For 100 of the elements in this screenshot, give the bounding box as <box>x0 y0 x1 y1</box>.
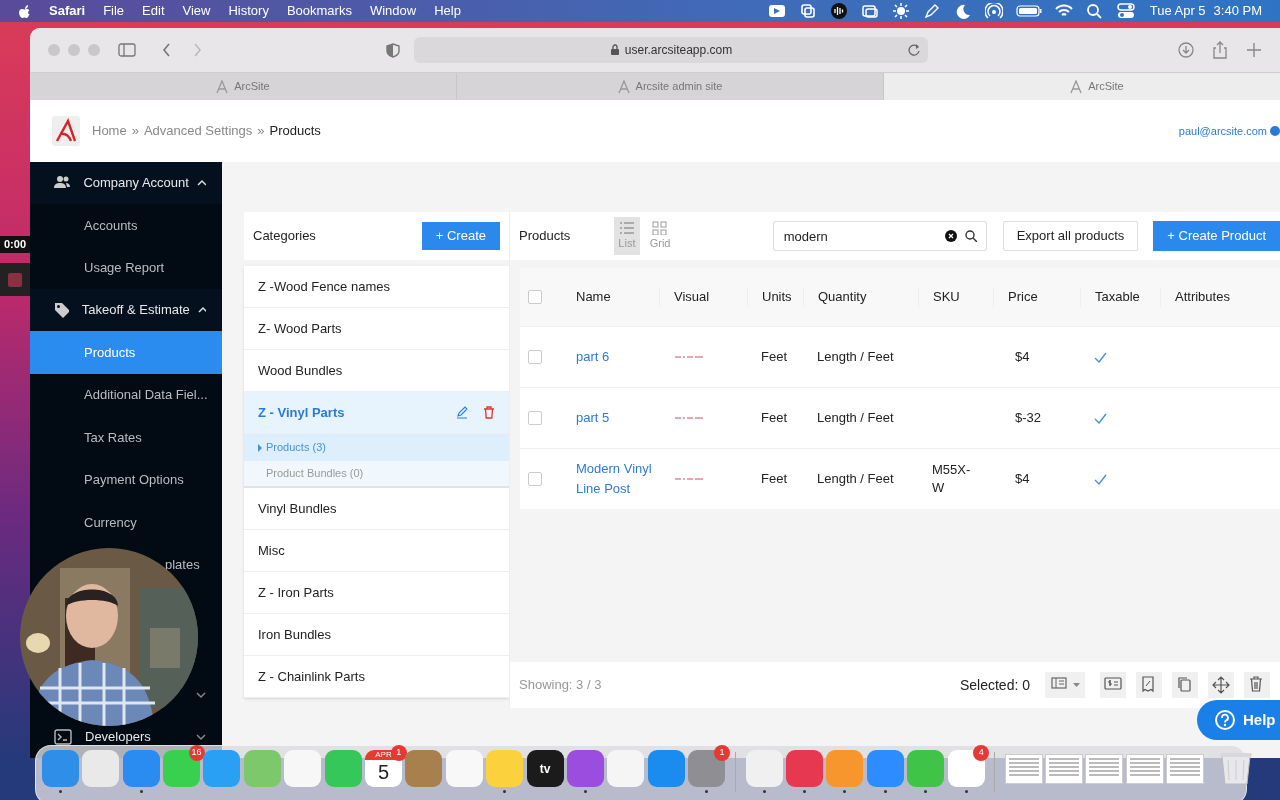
battery-icon[interactable] <box>1015 3 1042 19</box>
category-item[interactable]: Wood Bundles <box>244 350 509 392</box>
edit-icon[interactable] <box>456 406 468 419</box>
category-item[interactable]: Z - Iron Parts <box>244 572 509 614</box>
column-header[interactable]: SKU <box>918 287 993 307</box>
trash-icon[interactable] <box>1217 750 1254 786</box>
product-link[interactable]: part 5 <box>576 408 610 428</box>
breadcrumb-link[interactable]: Home <box>92 121 127 141</box>
broadcast-icon[interactable] <box>984 3 1003 19</box>
toolbar-button[interactable] <box>1100 672 1126 698</box>
menu-item[interactable]: Safari <box>49 1 86 21</box>
checkbox[interactable] <box>528 290 542 304</box>
window-control[interactable] <box>68 44 80 56</box>
user-email[interactable]: paul@arcsite.com <box>1178 122 1267 140</box>
menu-item[interactable]: Window <box>369 1 417 21</box>
column-header[interactable]: Attributes <box>1160 287 1280 307</box>
user-menu-icon[interactable] <box>1270 126 1280 136</box>
category-item[interactable]: Z- Wood Parts <box>244 308 509 350</box>
help-button[interactable]: Help <box>1197 700 1280 740</box>
app-icon[interactable] <box>82 750 120 787</box>
window-thumbnail[interactable] <box>1044 754 1083 784</box>
app-icon[interactable] <box>405 750 443 787</box>
shield-icon[interactable] <box>385 42 400 58</box>
sidebar-item[interactable]: Payment Options <box>30 458 222 501</box>
app-icon[interactable] <box>607 750 645 787</box>
delete-icon[interactable] <box>483 406 495 419</box>
window-control[interactable] <box>88 44 100 56</box>
menu-item[interactable]: Edit <box>142 1 165 21</box>
app-icon[interactable]: tv <box>526 750 564 787</box>
export-button[interactable]: Export all products <box>1002 221 1139 251</box>
app-icon[interactable] <box>688 750 726 787</box>
menu-item[interactable]: View <box>182 1 211 21</box>
search-icon[interactable] <box>964 230 977 242</box>
toolbar-button[interactable] <box>1244 672 1270 698</box>
column-header[interactable]: Quantity <box>803 287 918 307</box>
toolbar-button[interactable] <box>1136 672 1162 698</box>
product-link[interactable]: Modern Vinyl Line Post <box>576 459 659 499</box>
address-bar[interactable]: user.arcsiteapp.com <box>413 37 929 63</box>
window-control[interactable] <box>48 44 60 56</box>
menu-item[interactable]: File <box>103 1 125 21</box>
checkbox[interactable] <box>528 411 542 425</box>
category-item[interactable]: Iron Bundles <box>244 614 509 656</box>
app-icon[interactable] <box>647 750 685 787</box>
menu-item[interactable]: Bookmarks <box>286 1 352 21</box>
menu-date[interactable]: Tue Apr 5 <box>1149 1 1206 21</box>
column-header[interactable]: Taxable <box>1080 287 1160 307</box>
column-header[interactable]: Name <box>562 287 659 307</box>
download-icon[interactable] <box>1178 42 1195 58</box>
wifi-icon[interactable] <box>1054 3 1073 19</box>
app-icon[interactable] <box>786 750 823 787</box>
record-button[interactable] <box>0 263 30 296</box>
new-tab-icon[interactable] <box>1246 42 1262 58</box>
search-field[interactable]: modern <box>772 221 987 251</box>
app-icon[interactable] <box>826 750 864 787</box>
sidebar-item[interactable]: Usage Report <box>30 246 222 289</box>
waveform-icon[interactable] <box>829 3 848 19</box>
sidebar-item[interactable]: Additional Data Fiel... <box>30 373 222 416</box>
windows-icon[interactable] <box>860 3 879 19</box>
window-thumbnail[interactable] <box>1004 754 1043 784</box>
app-icon[interactable] <box>445 750 483 787</box>
sidebar-item[interactable]: Tax Rates <box>30 416 222 459</box>
category-item[interactable]: Misc <box>244 530 509 572</box>
sidebar-item[interactable]: Currency <box>30 501 222 544</box>
toolbar-button[interactable] <box>1208 672 1234 698</box>
column-header[interactable]: Visual <box>659 287 747 307</box>
category-item[interactable]: Vinyl Bundles <box>244 488 509 530</box>
menu-item[interactable]: History <box>228 1 269 21</box>
window-thumbnail[interactable] <box>1125 754 1164 784</box>
product-link[interactable]: part 6 <box>576 347 610 367</box>
sun-icon[interactable] <box>891 3 910 19</box>
toolbar-button[interactable] <box>1172 672 1198 698</box>
pen-icon[interactable] <box>922 3 941 19</box>
checkbox[interactable] <box>528 350 542 364</box>
app-icon[interactable] <box>162 750 200 787</box>
category-item[interactable]: Z - Chainlink Parts <box>244 656 509 698</box>
layers-icon[interactable] <box>798 3 817 19</box>
toggle-icon[interactable] <box>1116 3 1135 19</box>
apple-icon[interactable] <box>18 3 31 19</box>
app-icon[interactable] <box>907 750 945 787</box>
forward-icon[interactable] <box>192 43 202 57</box>
browser-tab[interactable]: ArcSite <box>884 73 1280 100</box>
share-icon[interactable] <box>1212 41 1229 59</box>
logo-icon[interactable] <box>52 116 80 146</box>
category-item[interactable]: Z - Vinyl Parts <box>244 392 509 434</box>
create-product-button[interactable]: + Create Product <box>1153 221 1280 251</box>
app-icon[interactable] <box>947 750 985 787</box>
app-icon[interactable] <box>41 750 79 787</box>
clear-icon[interactable] <box>944 230 957 242</box>
checkbox[interactable] <box>528 472 542 486</box>
sidebar-item[interactable]: plates <box>165 554 200 575</box>
app-icon[interactable] <box>284 750 322 787</box>
app-icon[interactable] <box>866 750 904 787</box>
app-icon[interactable] <box>567 750 604 787</box>
back-icon[interactable] <box>161 43 171 57</box>
column-header[interactable]: Price <box>993 287 1080 307</box>
window-thumbnail[interactable] <box>1085 754 1124 784</box>
sidebar-toggle-icon[interactable] <box>118 43 136 57</box>
reload-icon[interactable] <box>908 43 921 56</box>
app-icon[interactable] <box>122 750 160 787</box>
menu-clock[interactable]: 3:40 PM <box>1213 1 1262 21</box>
